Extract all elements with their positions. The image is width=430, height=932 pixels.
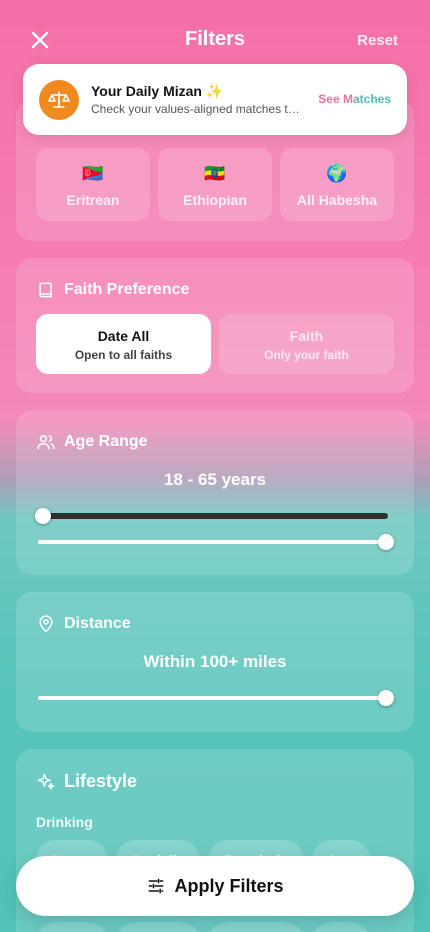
option-subtitle: Open to all faiths	[74, 348, 173, 362]
lifestyle-section-title: Lifestyle	[64, 771, 138, 791]
age-max-slider-track[interactable]	[38, 540, 388, 544]
age-section-title: Age Range	[64, 433, 148, 450]
distance-section-header: Distance	[36, 614, 131, 634]
age-min-slider-track[interactable]	[38, 513, 388, 519]
globe-icon: 🌍	[326, 164, 348, 183]
distance-slider-thumb[interactable]	[378, 690, 394, 706]
apply-filters-label: Apply Filters	[174, 875, 284, 896]
option-title: Faith	[289, 328, 324, 344]
nationality-option-all-habesha[interactable]: 🌍 All Habesha	[280, 148, 394, 221]
nationality-label: All Habesha	[296, 192, 378, 208]
age-min-slider-thumb[interactable]	[35, 508, 51, 524]
lifestyle-chip[interactable]	[36, 922, 108, 932]
nationality-option-eritrean[interactable]: 🇪🇷 Eritrean	[36, 148, 150, 221]
daily-mizan-banner[interactable]: Your Daily Mizan ✨ Check your values-ali…	[23, 64, 407, 135]
distance-value: Within 100+ miles	[143, 652, 287, 671]
age-range-value: 18 - 65 years	[163, 470, 267, 489]
users-icon	[37, 435, 55, 450]
faith-section-title: Faith Preference	[64, 281, 190, 298]
distance-slider-track[interactable]	[38, 696, 388, 700]
nationality-label: Eritrean	[66, 192, 120, 208]
apply-filters-button[interactable]: Apply Filters	[16, 856, 414, 916]
sliders-icon	[149, 878, 164, 894]
banner-title: Your Daily Mizan ✨	[91, 83, 224, 99]
book-icon	[39, 282, 52, 298]
ethiopia-flag-icon: 🇪🇹	[204, 164, 226, 183]
lifestyle-chip[interactable]	[116, 922, 200, 932]
lifestyle-section-header: Lifestyle	[36, 771, 137, 792]
option-subtitle: Only your faith	[264, 348, 349, 362]
faith-section-header: Faith Preference	[36, 280, 189, 300]
banner-subtitle: Check your values-aligned matches today	[91, 102, 303, 116]
faith-option-faith[interactable]: Faith Only your faith	[219, 314, 394, 374]
sparkles-icon	[37, 773, 55, 789]
nationality-option-ethiopian[interactable]: 🇪🇹 Ethiopian	[158, 148, 272, 221]
mizan-scale-icon	[39, 80, 79, 120]
nationality-label: Ethiopian	[183, 192, 247, 208]
location-pin-icon	[39, 615, 53, 633]
see-matches-link[interactable]: See Matches	[318, 92, 391, 106]
option-title: Date All	[97, 328, 150, 344]
drinking-label: Drinking	[36, 814, 93, 830]
age-section-header: Age Range	[36, 432, 148, 452]
reset-button[interactable]: Reset	[357, 32, 398, 49]
lifestyle-chip[interactable]	[208, 922, 304, 932]
eritrea-flag-icon: 🇪🇷	[82, 164, 104, 183]
age-max-slider-thumb[interactable]	[378, 534, 394, 550]
faith-option-date-all[interactable]: Date All Open to all faiths	[36, 314, 211, 374]
distance-section-title: Distance	[64, 615, 131, 632]
